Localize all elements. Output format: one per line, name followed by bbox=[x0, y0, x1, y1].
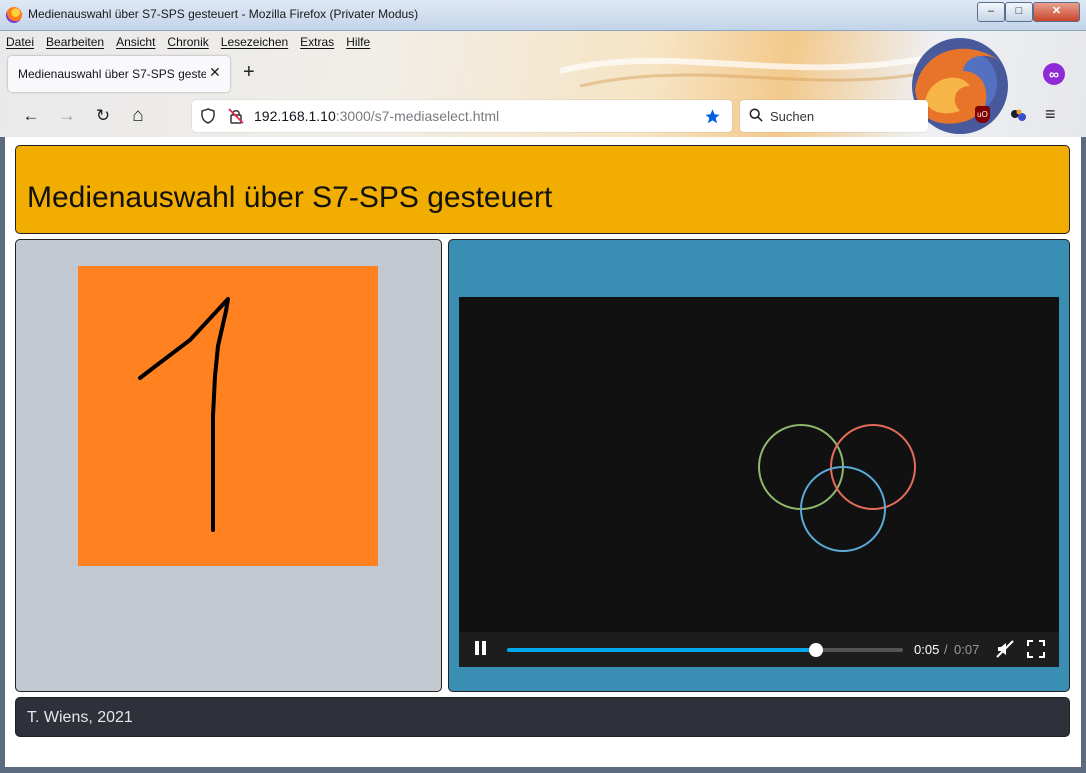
home-button[interactable]: ⌂ bbox=[127, 105, 149, 127]
video-frame-circles bbox=[758, 424, 916, 552]
minimize-button[interactable]: – bbox=[977, 2, 1005, 22]
pause-button[interactable] bbox=[475, 641, 487, 655]
menu-bar: Datei Bearbeiten Ansicht Chronik Lesezei… bbox=[6, 35, 370, 53]
menu-ansicht[interactable]: Ansicht bbox=[116, 35, 155, 53]
menu-bearbeiten[interactable]: Bearbeiten bbox=[46, 35, 104, 53]
window-title: Medienauswahl über S7-SPS gesteuert - Mo… bbox=[28, 7, 419, 21]
back-button[interactable]: ← bbox=[20, 105, 42, 127]
window-titlebar: Medienauswahl über S7-SPS gesteuert - Mo… bbox=[0, 0, 1086, 31]
shield-icon[interactable] bbox=[200, 108, 216, 124]
video-total-time: 0:07 bbox=[954, 642, 980, 657]
url-bar[interactable]: 192.168.1.10:3000/s7-mediaselect.html bbox=[192, 100, 732, 132]
ublock-extension-icon[interactable]: uO bbox=[975, 106, 990, 123]
insecure-lock-icon[interactable] bbox=[228, 108, 244, 124]
forward-button[interactable]: → bbox=[56, 105, 78, 127]
tab-close-icon[interactable]: ✕ bbox=[209, 64, 221, 81]
fullscreen-icon[interactable] bbox=[1027, 640, 1045, 658]
muted-speaker-icon[interactable] bbox=[996, 640, 1014, 658]
search-bar[interactable]: Suchen bbox=[740, 100, 928, 132]
theme-decoration bbox=[560, 48, 960, 88]
reload-button[interactable]: ↻ bbox=[92, 105, 114, 127]
menu-hilfe[interactable]: Hilfe bbox=[346, 35, 370, 53]
menu-chronik[interactable]: Chronik bbox=[167, 35, 208, 53]
menu-extras[interactable]: Extras bbox=[300, 35, 334, 53]
url-host: 192.168.1.10 bbox=[254, 108, 336, 124]
page-viewport: Medienauswahl über S7-SPS gesteuert 0:05… bbox=[5, 137, 1081, 767]
navigation-bar: ← → ↻ ⌂ 192.168.1.10:3000/s7-mediaselect… bbox=[0, 95, 1086, 137]
private-browsing-icon: ∞ bbox=[1043, 63, 1065, 85]
hamburger-menu-icon[interactable]: ≡ bbox=[1045, 104, 1056, 125]
video-panel: 0:05 / 0:07 bbox=[448, 239, 1070, 692]
extension-icon[interactable] bbox=[1010, 108, 1028, 124]
tab-title: Medienauswahl über S7-SPS gesteuert bbox=[18, 67, 206, 81]
footer-text: T. Wiens, 2021 bbox=[27, 709, 133, 726]
page-title: Medienauswahl über S7-SPS gesteuert bbox=[27, 181, 553, 214]
video-time-separator: / bbox=[944, 642, 948, 657]
new-tab-button[interactable]: + bbox=[243, 62, 255, 82]
close-window-button[interactable]: ✕ bbox=[1033, 2, 1080, 22]
search-placeholder: Suchen bbox=[770, 109, 815, 124]
browser-toolbar: Datei Bearbeiten Ansicht Chronik Lesezei… bbox=[0, 31, 1086, 137]
image-panel bbox=[15, 239, 442, 692]
menu-lesezeichen[interactable]: Lesezeichen bbox=[221, 35, 288, 53]
number-one-image bbox=[78, 266, 378, 566]
maximize-button[interactable]: □ bbox=[1005, 2, 1033, 22]
url-text: 192.168.1.10:3000/s7-mediaselect.html bbox=[254, 108, 499, 124]
menu-datei[interactable]: Datei bbox=[6, 35, 34, 53]
footer-panel: T. Wiens, 2021 bbox=[15, 697, 1070, 737]
video-progress-bar[interactable] bbox=[507, 643, 903, 657]
video-progress-handle[interactable] bbox=[808, 643, 823, 657]
bookmark-star-icon[interactable] bbox=[704, 108, 721, 125]
video-controls: 0:05 / 0:07 bbox=[459, 632, 1059, 667]
tab-active[interactable]: Medienauswahl über S7-SPS gesteuert ✕ bbox=[8, 56, 230, 92]
video-player[interactable]: 0:05 / 0:07 bbox=[459, 297, 1059, 667]
url-path: :3000/s7-mediaselect.html bbox=[335, 108, 500, 124]
search-icon bbox=[749, 108, 763, 122]
video-progress-fill bbox=[507, 648, 816, 652]
firefox-icon bbox=[6, 7, 22, 23]
header-panel: Medienauswahl über S7-SPS gesteuert bbox=[15, 145, 1070, 234]
video-current-time: 0:05 bbox=[914, 642, 940, 657]
